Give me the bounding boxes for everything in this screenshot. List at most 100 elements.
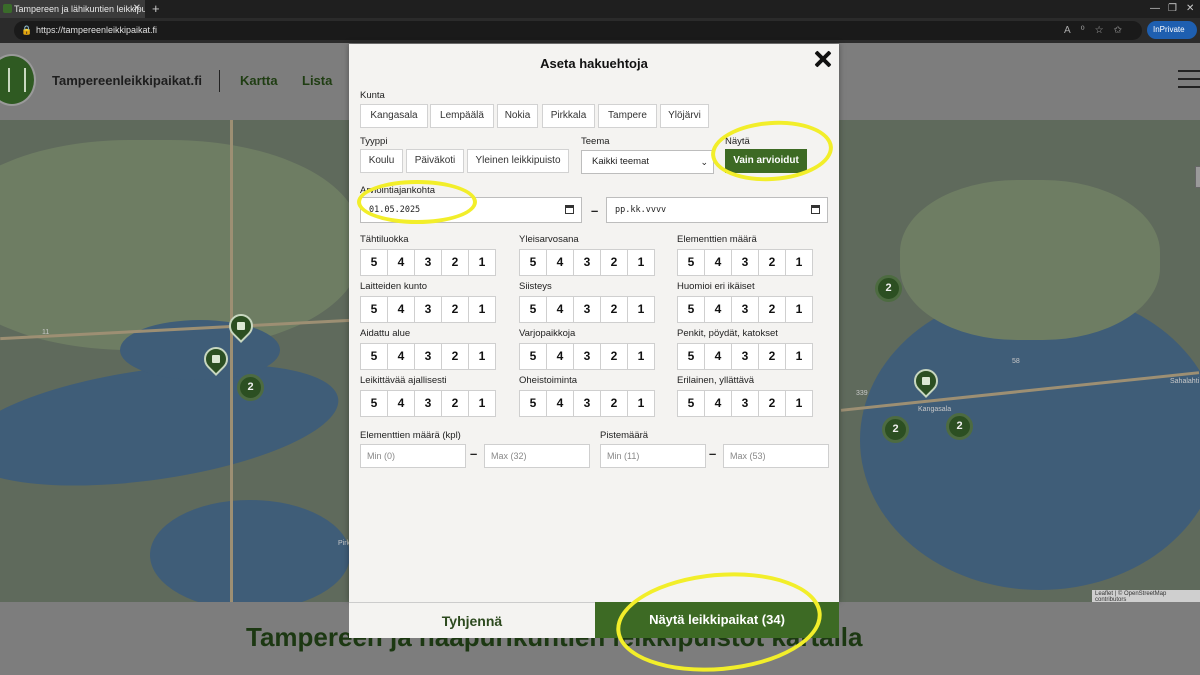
map-cluster[interactable]: 2 [875, 275, 902, 302]
rating-option[interactable]: 5 [361, 297, 388, 322]
tyyppi-option[interactable]: Koulu [360, 149, 403, 173]
rating-option[interactable]: 5 [520, 250, 547, 275]
rating-option[interactable]: 5 [520, 344, 547, 369]
map-zoom-control[interactable] [1195, 166, 1200, 188]
rating-option[interactable]: 4 [388, 250, 415, 275]
new-tab-icon[interactable]: + [152, 0, 160, 18]
browser-tools-icons[interactable]: A⁰☆✩ [1064, 21, 1132, 40]
rating-label: Erilainen, yllättävä [677, 375, 755, 386]
kunta-option[interactable]: Lempäälä [430, 104, 494, 128]
rating-selector: 54321 [360, 343, 496, 370]
rating-option[interactable]: 1 [469, 391, 495, 416]
rating-option[interactable]: 5 [520, 391, 547, 416]
rating-option[interactable]: 1 [628, 344, 654, 369]
rating-option[interactable]: 2 [759, 250, 786, 275]
rating-option[interactable]: 5 [520, 297, 547, 322]
rating-option[interactable]: 4 [388, 297, 415, 322]
close-window-icon[interactable]: ✕ [1186, 0, 1194, 18]
rating-option[interactable]: 4 [705, 391, 732, 416]
kunta-option[interactable]: Tampere [598, 104, 657, 128]
rating-option[interactable]: 3 [415, 344, 442, 369]
map-cluster[interactable]: 2 [237, 374, 264, 401]
kunta-option[interactable]: Ylöjärvi [660, 104, 709, 128]
rating-option[interactable]: 5 [678, 391, 705, 416]
rating-option[interactable]: 3 [415, 250, 442, 275]
rating-option[interactable]: 2 [759, 297, 786, 322]
minimize-icon[interactable]: — [1150, 0, 1160, 18]
rating-option[interactable]: 3 [732, 250, 759, 275]
teema-select[interactable]: Kaikki teemat ⌄ [581, 150, 714, 174]
rating-option[interactable]: 2 [442, 297, 469, 322]
rating-option[interactable]: 4 [388, 344, 415, 369]
points-min-input[interactable]: Min (11) [600, 444, 706, 468]
calendar-icon[interactable] [565, 205, 574, 214]
rating-option[interactable]: 3 [732, 391, 759, 416]
restore-icon[interactable]: ❐ [1168, 0, 1177, 18]
points-max-input[interactable]: Max (53) [723, 444, 829, 468]
rating-option[interactable]: 5 [678, 344, 705, 369]
rating-option[interactable]: 3 [574, 250, 601, 275]
url-field[interactable]: 🔒 https://tampereenleikkipaikat.fi A⁰☆✩ [14, 21, 1142, 40]
rating-option[interactable]: 2 [601, 297, 628, 322]
rating-option[interactable]: 1 [786, 297, 812, 322]
map-land [900, 180, 1160, 340]
kunta-option[interactable]: Pirkkala [542, 104, 595, 128]
rating-option[interactable]: 2 [442, 391, 469, 416]
nav-link-kartta[interactable]: Kartta [240, 73, 278, 88]
close-icon[interactable] [814, 50, 832, 68]
map-cluster[interactable]: 2 [946, 413, 973, 440]
rating-option[interactable]: 3 [415, 391, 442, 416]
kunta-option[interactable]: Nokia [497, 104, 538, 128]
rating-option[interactable]: 4 [705, 250, 732, 275]
rating-option[interactable]: 3 [732, 297, 759, 322]
rating-option[interactable]: 1 [628, 391, 654, 416]
rating-option[interactable]: 4 [547, 344, 574, 369]
rating-option[interactable]: 3 [574, 297, 601, 322]
rating-option[interactable]: 4 [547, 391, 574, 416]
rating-option[interactable]: 1 [786, 250, 812, 275]
rating-option[interactable]: 1 [469, 344, 495, 369]
rating-option[interactable]: 5 [361, 344, 388, 369]
rating-option[interactable]: 1 [628, 250, 654, 275]
rating-option[interactable]: 4 [388, 391, 415, 416]
rating-option[interactable]: 1 [628, 297, 654, 322]
rating-option[interactable]: 2 [601, 391, 628, 416]
rating-option[interactable]: 2 [601, 344, 628, 369]
rating-option[interactable]: 4 [705, 297, 732, 322]
rating-option[interactable]: 1 [469, 297, 495, 322]
rating-option[interactable]: 2 [442, 250, 469, 275]
rating-option[interactable]: 4 [547, 250, 574, 275]
rating-option[interactable]: 4 [547, 297, 574, 322]
tyyppi-option[interactable]: Päiväkoti [406, 149, 464, 173]
rating-option[interactable]: 3 [415, 297, 442, 322]
rating-option[interactable]: 5 [678, 250, 705, 275]
rating-option[interactable]: 2 [601, 250, 628, 275]
close-tab-icon[interactable]: ✕ [133, 0, 141, 18]
rating-option[interactable]: 3 [574, 391, 601, 416]
date-to-input[interactable]: pp.kk.vvvv [606, 197, 828, 223]
site-brand[interactable]: Tampereenleikkipaikat.fi [52, 73, 202, 88]
rating-option[interactable]: 1 [786, 391, 812, 416]
rating-option[interactable]: 2 [759, 391, 786, 416]
hamburger-menu-icon[interactable] [1178, 70, 1200, 88]
inprivate-badge[interactable]: InPrivate [1147, 21, 1197, 39]
rating-option[interactable]: 5 [678, 297, 705, 322]
rating-option[interactable]: 2 [759, 344, 786, 369]
rating-option[interactable]: 3 [574, 344, 601, 369]
rating-option[interactable]: 2 [442, 344, 469, 369]
rating-option[interactable]: 1 [469, 250, 495, 275]
rating-option[interactable]: 3 [732, 344, 759, 369]
rating-option[interactable]: 5 [361, 391, 388, 416]
rating-option[interactable]: 4 [705, 344, 732, 369]
rating-option[interactable]: 1 [786, 344, 812, 369]
tyyppi-option[interactable]: Yleinen leikkipuisto [467, 149, 569, 173]
browser-tab[interactable]: Tampereen ja lähikuntien leikkipu... ✕ [0, 0, 145, 18]
clear-button[interactable]: Tyhjennä [349, 602, 595, 638]
nav-link-lista[interactable]: Lista [302, 73, 332, 88]
rating-option[interactable]: 5 [361, 250, 388, 275]
map-cluster[interactable]: 2 [882, 416, 909, 443]
kunta-option[interactable]: Kangasala [360, 104, 428, 128]
calendar-icon[interactable] [811, 205, 820, 214]
elements-max-input[interactable]: Max (32) [484, 444, 590, 468]
elements-min-input[interactable]: Min (0) [360, 444, 466, 468]
